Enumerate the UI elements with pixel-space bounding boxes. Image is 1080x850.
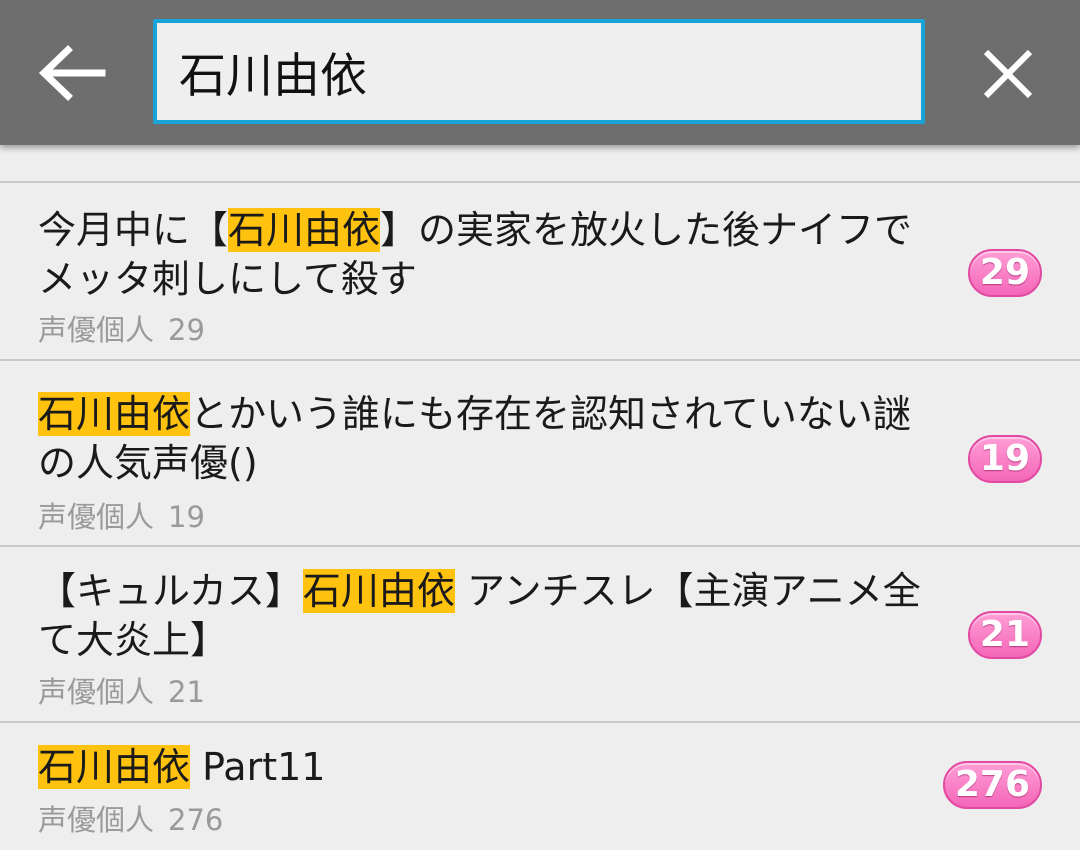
thread-title: 【キュルカス】石川由依 アンチスレ【主演アニメ全て大炎上】 <box>38 569 921 662</box>
reply-count: 29 <box>168 313 205 347</box>
search-highlight: 石川由依 <box>38 745 191 789</box>
thread-meta: 声優個人 19 <box>38 494 205 536</box>
clear-search-button[interactable] <box>972 38 1044 110</box>
reply-count-badge: 29 <box>967 249 1042 297</box>
thread-title: 石川由依 Part11 <box>38 745 326 789</box>
search-input[interactable] <box>157 23 921 120</box>
list-item[interactable]: 石川由依とかいう誰にも存在を認知されていない謎の人気声優() 声優個人 19 19 <box>0 361 1080 547</box>
reply-count: 19 <box>168 500 205 534</box>
toolbar <box>0 0 1080 145</box>
thread-meta: 声優個人 29 <box>38 307 205 349</box>
search-highlight: 石川由依 <box>228 208 381 252</box>
search-highlight: 石川由依 <box>302 569 455 613</box>
list-top-divider <box>0 145 1080 183</box>
thread-title: 石川由依とかいう誰にも存在を認知されていない謎の人気声優() <box>38 392 911 485</box>
back-button[interactable] <box>30 30 116 116</box>
search-box <box>153 19 925 124</box>
search-highlight: 石川由依 <box>38 392 191 436</box>
reply-count-badge: 276 <box>942 761 1042 809</box>
search-results-list: 今月中に【石川由依】の実家を放火した後ナイフでメッタ刺しにして殺す 声優個人 29… <box>0 145 1080 850</box>
thread-title: 今月中に【石川由依】の実家を放火した後ナイフでメッタ刺しにして殺す <box>38 208 913 301</box>
close-icon <box>983 49 1033 99</box>
list-item[interactable]: 石川由依 Part11 声優個人 276 276 <box>0 723 1080 850</box>
thread-meta: 声優個人 276 <box>38 797 223 839</box>
reply-count-badge: 21 <box>967 611 1042 659</box>
reply-count-badge: 19 <box>967 435 1042 483</box>
reply-count: 276 <box>168 803 224 837</box>
list-item[interactable]: 【キュルカス】石川由依 アンチスレ【主演アニメ全て大炎上】 声優個人 21 21 <box>0 547 1080 723</box>
board-category: 声優個人 <box>38 313 155 347</box>
board-category: 声優個人 <box>38 675 155 709</box>
reply-count: 21 <box>168 675 205 709</box>
arrow-left-icon <box>38 45 106 101</box>
board-category: 声優個人 <box>38 500 155 534</box>
list-item[interactable]: 今月中に【石川由依】の実家を放火した後ナイフでメッタ刺しにして殺す 声優個人 29… <box>0 183 1080 361</box>
board-category: 声優個人 <box>38 803 155 837</box>
thread-meta: 声優個人 21 <box>38 669 205 711</box>
